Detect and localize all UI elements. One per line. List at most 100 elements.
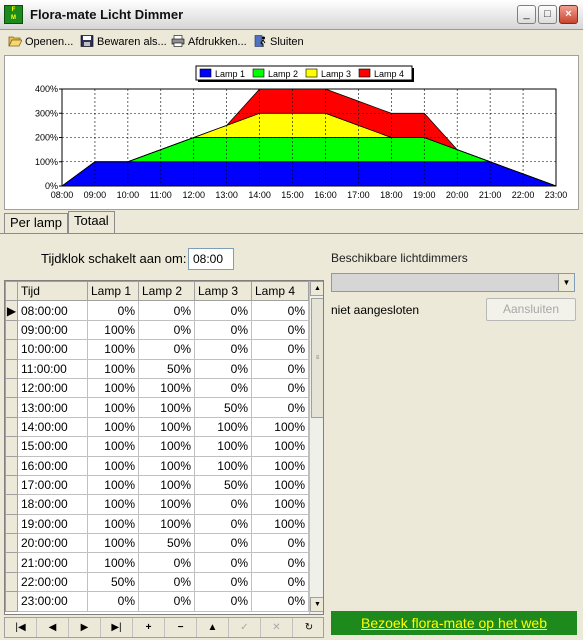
cell-lamp-2[interactable]: 100% <box>138 416 195 438</box>
cell-lamp-2[interactable]: 0% <box>138 591 195 612</box>
cell-lamp-4[interactable]: 0% <box>251 571 309 593</box>
cell-time[interactable]: 17:00:00 <box>17 474 88 496</box>
cell-lamp-1[interactable]: 0% <box>87 300 139 321</box>
minimize-button[interactable]: _ <box>517 5 536 24</box>
cell-lamp-1[interactable]: 100% <box>87 416 139 438</box>
cell-lamp-3[interactable]: 100% <box>194 416 252 438</box>
cell-time[interactable]: 22:00:00 <box>17 571 88 593</box>
cell-lamp-4[interactable]: 0% <box>251 319 309 341</box>
cell-lamp-4[interactable]: 0% <box>251 397 309 418</box>
cell-lamp-2[interactable]: 100% <box>138 436 195 457</box>
table-row[interactable]: 20:00:00 100% 50% 0% 0% <box>5 533 309 554</box>
cell-lamp-3[interactable]: 0% <box>194 552 252 573</box>
prior-record-button[interactable]: ◀ <box>37 618 69 637</box>
cell-lamp-1[interactable]: 100% <box>87 319 139 341</box>
cell-lamp-2[interactable]: 0% <box>138 339 195 360</box>
table-row[interactable]: 18:00:00 100% 100% 0% 100% <box>5 494 309 515</box>
scroll-thumb[interactable]: ≡ <box>311 298 323 418</box>
cell-lamp-4[interactable]: 0% <box>251 552 309 573</box>
cell-lamp-3[interactable]: 0% <box>194 319 252 341</box>
last-record-button[interactable]: ▶| <box>101 618 133 637</box>
cell-lamp-1[interactable]: 0% <box>87 591 139 612</box>
cell-time[interactable]: 21:00:00 <box>17 552 88 573</box>
cell-lamp-2[interactable]: 100% <box>138 377 195 399</box>
cell-lamp-1[interactable]: 100% <box>87 436 139 457</box>
open-button[interactable]: Openen... <box>8 34 73 50</box>
row-indicator[interactable] <box>5 533 18 554</box>
title-bar[interactable]: FM Flora-mate Licht Dimmer _ □ × <box>0 0 583 30</box>
cell-lamp-3[interactable]: 100% <box>194 455 252 476</box>
cell-lamp-4[interactable]: 100% <box>251 494 309 515</box>
table-row[interactable]: 11:00:00 100% 50% 0% 0% <box>5 358 309 379</box>
website-link[interactable]: Bezoek flora-mate op het web <box>331 611 577 635</box>
row-indicator[interactable]: ▶ <box>5 300 18 321</box>
table-row[interactable]: 22:00:00 50% 0% 0% 0% <box>5 571 309 593</box>
cell-time[interactable]: 13:00:00 <box>17 397 88 418</box>
cell-lamp-3[interactable]: 0% <box>194 377 252 399</box>
cell-lamp-3[interactable]: 0% <box>194 339 252 360</box>
cell-lamp-4[interactable]: 0% <box>251 377 309 399</box>
cell-time[interactable]: 11:00:00 <box>17 358 88 379</box>
cell-lamp-1[interactable]: 100% <box>87 474 139 496</box>
scroll-down-arrow-icon[interactable]: ▼ <box>310 597 323 612</box>
maximize-button[interactable]: □ <box>538 5 557 24</box>
first-record-button[interactable]: |◀ <box>5 618 37 637</box>
cell-time[interactable]: 18:00:00 <box>17 494 88 515</box>
cell-time[interactable]: 16:00:00 <box>17 455 88 476</box>
row-indicator[interactable] <box>5 377 18 399</box>
cell-lamp-4[interactable]: 0% <box>251 339 309 360</box>
cell-lamp-3[interactable]: 0% <box>194 533 252 554</box>
tab-totaal[interactable]: Totaal <box>68 211 115 233</box>
cell-time[interactable]: 20:00:00 <box>17 533 88 554</box>
cell-lamp-3[interactable]: 50% <box>194 474 252 496</box>
row-indicator[interactable] <box>5 339 18 360</box>
cell-lamp-4[interactable]: 100% <box>251 416 309 438</box>
cell-lamp-4[interactable]: 0% <box>251 591 309 612</box>
save-as-button[interactable]: Bewaren als... <box>80 34 167 50</box>
cell-lamp-1[interactable]: 100% <box>87 339 139 360</box>
table-row[interactable]: 16:00:00 100% 100% 100% 100% <box>5 455 309 476</box>
row-indicator[interactable] <box>5 513 18 535</box>
table-row[interactable]: 15:00:00 100% 100% 100% 100% <box>5 436 309 457</box>
insert-record-button[interactable]: + <box>133 618 165 637</box>
row-indicator[interactable] <box>5 397 18 418</box>
cell-lamp-3[interactable]: 100% <box>194 436 252 457</box>
cell-lamp-4[interactable]: 0% <box>251 300 309 321</box>
cell-lamp-2[interactable]: 0% <box>138 319 195 341</box>
cell-lamp-1[interactable]: 100% <box>87 455 139 476</box>
cell-lamp-1[interactable]: 100% <box>87 377 139 399</box>
row-indicator[interactable] <box>5 552 18 573</box>
cell-lamp-4[interactable]: 100% <box>251 455 309 476</box>
cell-lamp-4[interactable]: 100% <box>251 436 309 457</box>
cell-lamp-3[interactable]: 0% <box>194 300 252 321</box>
cell-lamp-3[interactable]: 0% <box>194 571 252 593</box>
cell-lamp-2[interactable]: 0% <box>138 300 195 321</box>
cell-lamp-3[interactable]: 0% <box>194 591 252 612</box>
table-row[interactable]: 12:00:00 100% 100% 0% 0% <box>5 377 309 399</box>
cell-lamp-2[interactable]: 100% <box>138 494 195 515</box>
next-record-button[interactable]: ▶ <box>69 618 101 637</box>
column-header-lamp-2[interactable]: Lamp 2 <box>138 281 195 302</box>
column-header-lamp-3[interactable]: Lamp 3 <box>194 281 252 302</box>
cell-lamp-3[interactable]: 0% <box>194 494 252 515</box>
column-header-tijd[interactable]: Tijd <box>17 281 88 302</box>
cell-time[interactable]: 08:00:00 <box>17 300 88 321</box>
edit-record-button[interactable]: ▲ <box>197 618 229 637</box>
connect-button[interactable]: Aansluiten <box>486 298 576 321</box>
table-row[interactable]: 21:00:00 100% 0% 0% 0% <box>5 552 309 573</box>
row-indicator[interactable] <box>5 416 18 438</box>
refresh-record-button[interactable]: ↻ <box>293 618 325 637</box>
cell-time[interactable]: 15:00:00 <box>17 436 88 457</box>
cell-lamp-2[interactable]: 100% <box>138 513 195 535</box>
table-row[interactable]: ▶ 08:00:00 0% 0% 0% 0% <box>5 300 309 321</box>
table-row[interactable]: 14:00:00 100% 100% 100% 100% <box>5 416 309 438</box>
column-header-lamp-1[interactable]: Lamp 1 <box>87 281 139 302</box>
close-button[interactable]: × <box>559 5 578 24</box>
row-indicator[interactable] <box>5 319 18 341</box>
row-indicator[interactable] <box>5 358 18 379</box>
table-row[interactable]: 09:00:00 100% 0% 0% 0% <box>5 319 309 341</box>
clock-time-input[interactable]: 08:00 <box>188 248 234 270</box>
cell-time[interactable]: 19:00:00 <box>17 513 88 535</box>
cancel-record-button[interactable]: ✕ <box>261 618 293 637</box>
dropdown-arrow-icon[interactable]: ▼ <box>558 274 574 291</box>
